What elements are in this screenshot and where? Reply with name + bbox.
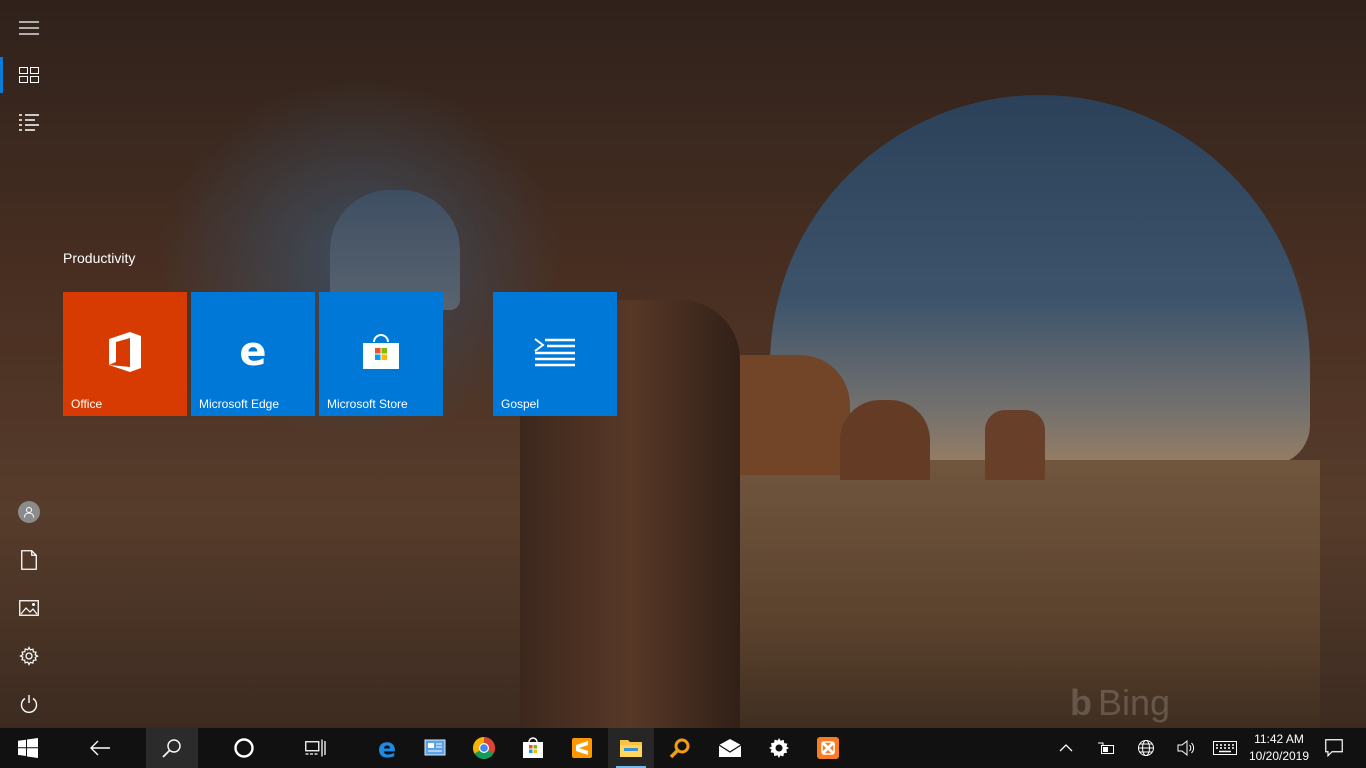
tile-group-title[interactable]: Productivity — [63, 250, 135, 266]
store-icon — [523, 737, 543, 758]
taskbar-settings[interactable] — [756, 728, 802, 768]
picture-icon — [19, 600, 39, 616]
tile-icon-wrap: e — [191, 322, 315, 382]
keyboard-icon — [1213, 741, 1237, 755]
battery-button[interactable] — [1092, 728, 1120, 768]
taskbar-control-panel[interactable] — [412, 728, 458, 768]
taskbar-search-app[interactable] — [656, 728, 704, 768]
back-button[interactable] — [76, 728, 124, 768]
chevron-up-icon — [1059, 744, 1073, 752]
tile-label: Microsoft Store — [327, 397, 408, 411]
office-icon — [109, 332, 141, 372]
start-left-rail — [0, 0, 58, 728]
show-hidden-icons-button[interactable] — [1052, 728, 1080, 768]
mail-icon — [718, 739, 742, 757]
volume-icon — [1177, 740, 1195, 756]
volume-button[interactable] — [1172, 728, 1200, 768]
gear-icon — [19, 646, 39, 666]
touch-keyboard-button[interactable] — [1210, 728, 1240, 768]
taskbar-clock[interactable]: 11:42 AM 10/20/2019 — [1244, 731, 1314, 765]
taskbar-sublime[interactable] — [558, 728, 606, 768]
bing-logo-icon: b — [1070, 682, 1092, 723]
power-button[interactable] — [0, 680, 58, 728]
tile-icon-wrap — [493, 322, 617, 382]
tile-label: Office — [71, 397, 103, 411]
windows-start-icon — [18, 738, 38, 758]
chrome-icon — [473, 737, 495, 759]
taskbar-chrome[interactable] — [460, 728, 508, 768]
clock-time: 11:42 AM — [1254, 732, 1304, 746]
file-explorer-icon — [620, 740, 642, 757]
edge-icon: e — [378, 736, 396, 760]
control-panel-icon — [424, 739, 446, 756]
sublime-icon — [572, 738, 592, 758]
tile-icon-wrap — [63, 322, 187, 382]
search-app-icon — [669, 738, 690, 759]
cortana-button[interactable] — [220, 728, 268, 768]
gospel-icon — [534, 338, 575, 367]
clock-date: 10/20/2019 — [1248, 749, 1310, 763]
bing-watermark: b Bing — [1070, 682, 1170, 724]
document-icon — [21, 550, 37, 570]
svg-text:e: e — [378, 736, 396, 760]
taskbar: e 11:42 AM 10/20/2019 — [0, 728, 1366, 768]
tile-gospel[interactable]: Gospel — [493, 292, 617, 416]
network-icon — [1138, 740, 1154, 756]
hamburger-icon — [19, 21, 39, 35]
tile-label: Microsoft Edge — [199, 397, 280, 411]
bing-watermark-text: Bing — [1098, 682, 1171, 723]
action-center-button[interactable] — [1318, 728, 1350, 768]
edge-icon: e — [239, 334, 266, 370]
taskbar-store[interactable] — [510, 728, 556, 768]
store-icon — [363, 334, 399, 369]
taskbar-mail[interactable] — [706, 728, 754, 768]
svg-text:e: e — [239, 334, 266, 370]
tile-office[interactable]: Office — [63, 292, 187, 416]
list-icon — [19, 114, 39, 131]
tile-icon-wrap — [319, 322, 443, 382]
tile-microsoft-edge[interactable]: e Microsoft Edge — [191, 292, 315, 416]
tile-microsoft-store[interactable]: Microsoft Store — [319, 292, 443, 416]
search-icon — [162, 739, 181, 758]
tile-label: Gospel — [501, 397, 540, 411]
back-arrow-icon — [90, 740, 110, 756]
taskbar-xampp[interactable] — [804, 728, 852, 768]
taskbar-edge[interactable]: e — [364, 728, 410, 768]
pictures-button[interactable] — [0, 584, 58, 632]
xampp-icon — [817, 737, 839, 759]
avatar — [18, 501, 40, 523]
notification-icon — [1325, 739, 1343, 757]
gear-icon — [769, 738, 789, 758]
tiles-icon — [19, 67, 39, 83]
hamburger-menu-button[interactable] — [0, 4, 58, 52]
battery-icon — [1098, 742, 1114, 754]
user-icon — [24, 507, 34, 518]
search-button[interactable] — [146, 728, 198, 768]
start-button[interactable] — [0, 728, 56, 768]
task-view-icon — [305, 739, 326, 757]
network-button[interactable] — [1132, 728, 1160, 768]
power-icon — [20, 695, 38, 713]
user-account-button[interactable] — [0, 488, 58, 536]
settings-button[interactable] — [0, 632, 58, 680]
documents-button[interactable] — [0, 536, 58, 584]
cortana-icon — [234, 738, 254, 758]
pinned-tiles-button[interactable] — [0, 51, 58, 99]
taskbar-file-explorer[interactable] — [608, 728, 654, 768]
all-apps-button[interactable] — [0, 99, 58, 147]
task-view-button[interactable] — [292, 728, 340, 768]
